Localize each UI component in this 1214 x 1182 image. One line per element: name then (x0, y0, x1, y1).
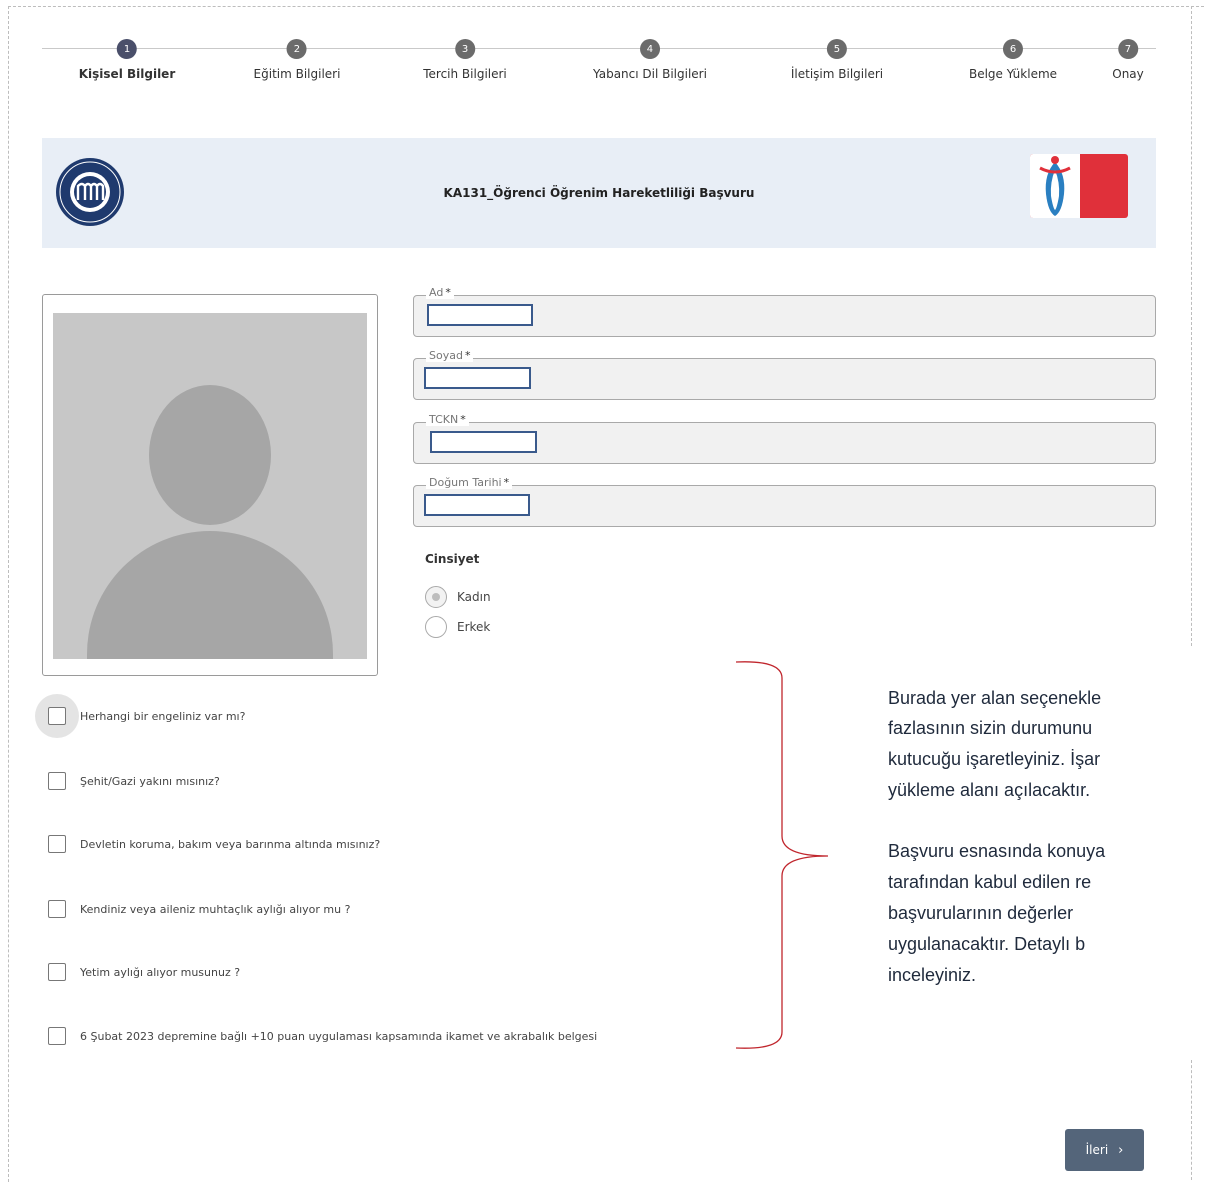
note-line: yükleme alanı açılacaktır. (888, 780, 1091, 800)
avatar-placeholder (53, 313, 367, 659)
checkbox-label: Herhangi bir engeliniz var mı? (80, 709, 246, 723)
step-number: 1 (117, 39, 137, 59)
checkbox-engel[interactable]: Herhangi bir engeliniz var mı? (48, 707, 245, 725)
step-number: 2 (286, 39, 307, 59)
radio-kadin[interactable] (425, 586, 447, 608)
checkbox-label: Yetim aylığı alıyor musunuz ? (80, 965, 241, 979)
step-label: İletişim Bilgileri (790, 67, 884, 81)
radio-label: Erkek (457, 620, 491, 634)
step-kisisel-bilgiler[interactable]: 1 Kişisel Bilgiler (78, 39, 176, 81)
step-tercih-bilgileri[interactable]: 3 Tercih Bilgileri (423, 39, 507, 81)
banner-title: KA131_Öğrenci Öğrenim Hareketliliği Başv… (443, 186, 755, 200)
next-button[interactable]: İleri › (1065, 1129, 1144, 1171)
radio-erkek[interactable] (425, 616, 447, 638)
ad-field[interactable]: Ad * (413, 286, 1156, 337)
step-egitim-bilgileri[interactable]: 2 Eğitim Bilgileri (253, 39, 341, 81)
profile-photo[interactable] (42, 294, 378, 676)
checkbox-box[interactable] (48, 900, 66, 918)
step-label: Tercih Bilgileri (423, 67, 507, 81)
step-number: 4 (639, 39, 660, 59)
note-line: tarafından kabul edilen re (888, 872, 1092, 892)
checkbox-yetim[interactable]: Yetim aylığı alıyor musunuz ? (48, 963, 240, 981)
note-line: uygulanacaktır. Detaylı b (888, 934, 1086, 954)
step-belge-yukleme[interactable]: 6 Belge Yükleme (969, 39, 1057, 81)
checkbox-devlet-koruma[interactable]: Devletin koruma, bakım veya barınma altı… (48, 835, 380, 853)
checkbox-box[interactable] (48, 772, 66, 790)
wizard-stepper: 1 Kişisel Bilgiler 2 Eğitim Bilgileri 3 … (42, 34, 1156, 94)
step-label: Kişisel Bilgiler (78, 67, 176, 81)
radio-label: Kadın (457, 590, 491, 604)
soyad-input[interactable] (424, 367, 531, 389)
checkbox-label: Kendiniz veya aileniz muhtaçlık aylığı a… (80, 902, 351, 916)
ad-input[interactable] (427, 304, 533, 326)
step-label: Yabancı Dil Bilgileri (593, 67, 707, 81)
dogum-tarihi-label: Doğum Tarihi * (426, 476, 513, 489)
gender-option-erkek[interactable]: Erkek (425, 616, 490, 638)
avatar-body-shape (87, 531, 333, 659)
checkbox-label: Şehit/Gazi yakını mısınız? (80, 774, 220, 788)
note-line: kutucuğu işaretleyiniz. İşar (888, 749, 1101, 769)
note-line: inceleyiniz. (888, 965, 977, 985)
step-number: 5 (826, 39, 847, 59)
turkish-national-agency-logo (1030, 154, 1128, 218)
note-line: Başvuru esnasında konuya (888, 841, 1106, 861)
step-number: 7 (1117, 39, 1138, 59)
agency-emblem-icon (1030, 154, 1080, 218)
checkbox-box[interactable] (48, 963, 66, 981)
checkbox-muhtaclik[interactable]: Kendiniz veya aileniz muhtaçlık aylığı a… (48, 900, 350, 918)
step-number: 3 (455, 39, 475, 59)
next-button-label: İleri (1085, 1143, 1109, 1157)
checkbox-box[interactable] (48, 1027, 66, 1045)
checkbox-deprem[interactable]: 6 Şubat 2023 depremine bağlı +10 puan uy… (48, 1027, 597, 1045)
page-frame-right-lower (1191, 1060, 1192, 1180)
avatar-head-shape (149, 385, 271, 525)
step-onay[interactable]: 7 Onay (1112, 39, 1144, 81)
step-yabanci-dil-bilgileri[interactable]: 4 Yabancı Dil Bilgileri (593, 39, 707, 81)
page-frame-right (1191, 6, 1192, 646)
soyad-label: Soyad * (426, 349, 474, 362)
note-line: fazlasının sizin durumunu (888, 718, 1093, 738)
application-banner: KA131_Öğrenci Öğrenim Hareketliliği Başv… (42, 138, 1156, 248)
note-line: başvurularının değerler (888, 903, 1074, 923)
step-label: Onay (1112, 67, 1144, 81)
step-number: 6 (1003, 39, 1023, 59)
checkbox-label: 6 Şubat 2023 depremine bağlı +10 puan uy… (80, 1029, 598, 1043)
annotation-bracket (735, 661, 829, 1049)
checkbox-label: Devletin koruma, bakım veya barınma altı… (80, 837, 381, 851)
gender-option-kadin[interactable]: Kadın (425, 586, 491, 608)
step-label: Belge Yükleme (968, 67, 1058, 81)
tckn-input[interactable] (430, 431, 537, 453)
gender-title: Cinsiyet (425, 552, 480, 566)
dogum-tarihi-field[interactable]: Doğum Tarihi * (413, 476, 1156, 527)
tckn-field[interactable]: TCKN * (413, 413, 1156, 464)
ad-label: Ad * (426, 286, 454, 299)
note-line: Burada yer alan seçenekle (888, 688, 1102, 708)
step-iletisim-bilgileri[interactable]: 5 İletişim Bilgileri (791, 39, 883, 81)
checkbox-box[interactable] (48, 835, 66, 853)
chevron-right-icon: › (1118, 1142, 1124, 1158)
dogum-tarihi-input[interactable] (424, 494, 530, 516)
checkbox-sehit-gazi[interactable]: Şehit/Gazi yakını mısınız? (48, 772, 220, 790)
checkbox-box[interactable] (48, 707, 66, 725)
soyad-field[interactable]: Soyad * (413, 349, 1156, 400)
tckn-label: TCKN * (426, 413, 469, 426)
step-label: Eğitim Bilgileri (253, 67, 341, 81)
